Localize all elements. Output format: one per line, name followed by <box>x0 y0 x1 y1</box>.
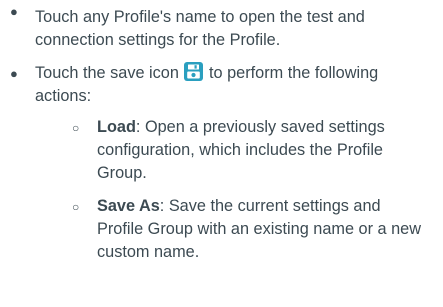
term-save-as: Save As <box>97 197 160 215</box>
sub-bullet-circle: ○ <box>72 200 80 214</box>
list-item-save-icon: ● Touch the save icon to perform the fol… <box>0 62 443 264</box>
bullet-dot: ● <box>10 66 18 81</box>
list-item-profile-name: ● Touch any Profile's name to open the t… <box>0 0 443 52</box>
sub-bullet-circle: ○ <box>72 121 80 135</box>
bullet-list: ● Touch any Profile's name to open the t… <box>0 0 443 264</box>
description-load: : Open a previously saved settings confi… <box>97 118 385 182</box>
save-icon <box>184 62 204 81</box>
bullet-dot: ● <box>10 4 18 19</box>
sub-item-load: ○ Load: Open a previously saved settings… <box>35 116 435 185</box>
bullet-text: Touch any Profile's name to open the tes… <box>35 8 365 49</box>
bullet-text-before-icon: Touch the save icon <box>35 64 179 82</box>
sub-item-save-as: ○ Save As: Save the current settings and… <box>35 195 435 264</box>
document-body: ● Touch any Profile's name to open the t… <box>0 0 443 307</box>
term-load: Load <box>97 118 136 136</box>
sub-bullet-list: ○ Load: Open a previously saved settings… <box>35 116 435 264</box>
